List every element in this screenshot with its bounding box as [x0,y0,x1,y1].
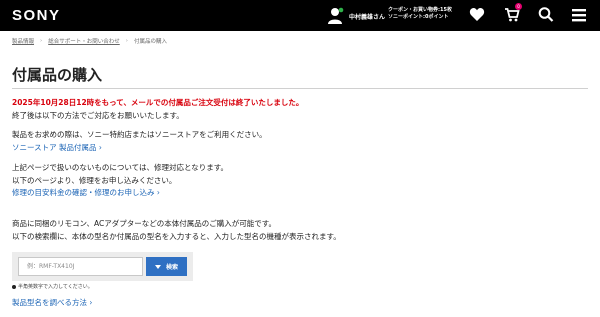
model-search-box: 例：RMF-TX410J 検索 [12,252,193,281]
store-guidance-text: 製品をお求めの際は、ソニー特約店またはソニーストアをご利用ください。 [12,130,267,139]
model-search-input[interactable]: 例：RMF-TX410J [18,257,143,276]
user-name: 中村義雄さん [349,13,386,21]
model-name-help-link[interactable]: 製品型名を調べる方法 › [12,297,92,308]
online-status-dot [338,7,344,13]
breadcrumb-item-current: 付属品の購入 [133,39,167,45]
search-instruction-text: 以下の検索欄に、本体の型名か付属品の型名を入力すると、入力した型名の機種が表示さ… [12,232,341,241]
chevron-right-icon: › [156,188,160,197]
triangle-down-icon [154,264,161,269]
breadcrumb-item-products[interactable]: 製品情報 [12,37,34,45]
sony-logo[interactable]: SONY [12,7,61,24]
sony-store-accessories-link-label: ソニーストア 製品付属品 [12,143,97,152]
sony-points: ソニーポイント:0ポイント [388,14,449,20]
heart-icon[interactable] [469,6,487,24]
menu-icon[interactable] [571,6,589,24]
repair-request-text: 以下のページより、修理をお申し込みください。 [12,176,177,185]
chevron-right-icon: › [89,298,93,307]
input-note-text: 半角英数字で入力してください。 [18,284,93,290]
cart-count-badge: 0 [515,3,522,10]
chevron-right-icon: › [40,38,43,44]
cart-icon[interactable]: 0 [504,3,522,24]
search-button[interactable]: 検索 [146,257,187,276]
alternative-method-text: 終了後は以下の方法でご対応をお願いいたします。 [12,111,184,120]
model-name-help-link-label: 製品型名を調べる方法 [12,298,87,307]
search-button-label: 検索 [165,264,178,271]
bullet-icon [12,284,16,289]
title-divider [12,88,588,89]
chevron-right-icon: › [98,143,102,152]
chevron-right-icon: › [125,38,128,44]
breadcrumb-item-support[interactable]: 総合サポート・お問い合わせ [48,37,120,45]
coupon-count: クーポン・お買い物券:15枚 [388,7,452,13]
page-title: 付属品の購入 [12,66,103,84]
site-header: SONY 中村義雄さん クーポン・お買い物券:15枚 ソニーポイント:0ポイント… [0,0,600,31]
repair-note-text: 上記ページで扱いのないものについては、修理対応となります。 [12,163,228,172]
search-icon[interactable] [538,6,556,24]
accessory-purchase-text: 商品に同梱のリモコン、ACアダプターなどの本体付属品のご購入が可能です。 [12,219,277,228]
repair-estimate-link-label: 修理の目安料金の確認・修理のお申し込み [12,188,155,197]
coupon-points-info[interactable]: クーポン・お買い物券:15枚 ソニーポイント:0ポイント [388,7,452,21]
sony-store-accessories-link[interactable]: ソニーストア 製品付属品 › [12,142,102,153]
user-icon [328,7,344,25]
input-note: 半角英数字で入力してください。 [12,283,93,290]
repair-estimate-link[interactable]: 修理の目安料金の確認・修理のお申し込み › [12,187,160,198]
breadcrumb: 製品情報 › 総合サポート・お問い合わせ › 付属品の購入 [12,37,167,45]
end-of-service-alert: 2025年10月28日12時をもって、メールでの付属品ご注文受付は終了いたしまし… [12,98,304,107]
user-account[interactable]: 中村義雄さん [328,6,385,26]
